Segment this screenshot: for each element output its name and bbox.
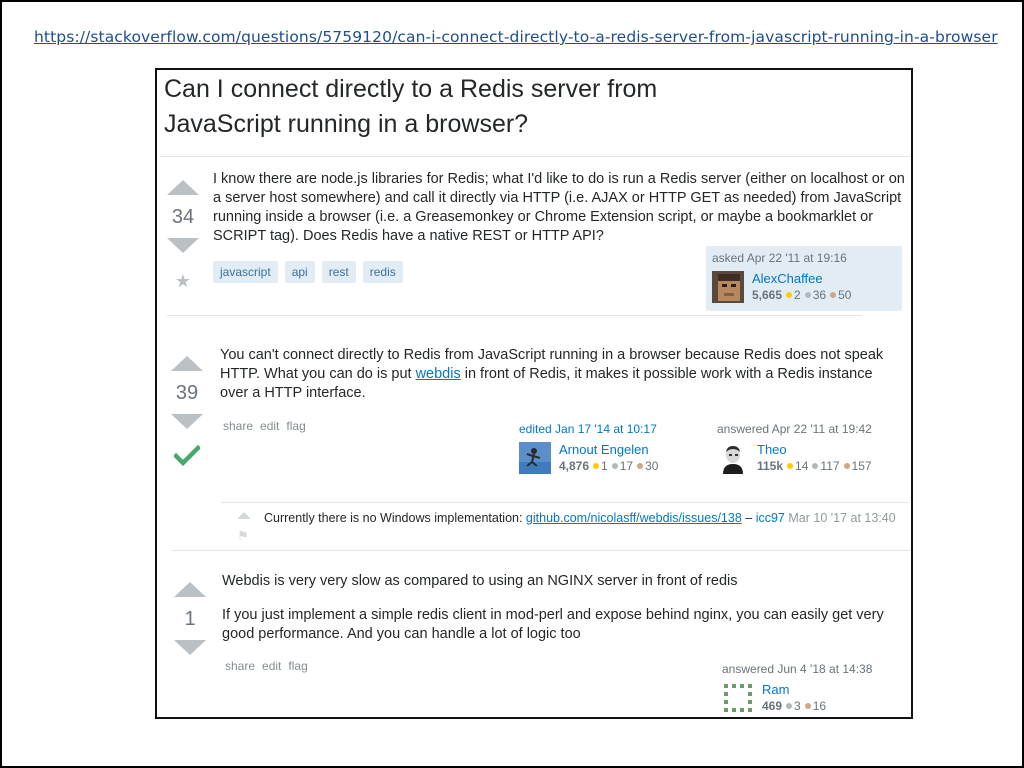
flag-link[interactable]: flag xyxy=(288,659,307,673)
question-owner-signature: asked Apr 22 '11 at 19:16 AlexChaffee 5,… xyxy=(706,246,902,311)
downvote-arrow-icon[interactable] xyxy=(174,640,206,655)
silver-badge-count: 36 xyxy=(812,288,827,302)
silver-badge-icon xyxy=(812,463,819,470)
silver-badge-icon xyxy=(786,703,793,710)
question-title-line-2: JavaScript running in a browser? xyxy=(164,110,529,138)
edited-time-link[interactable]: edited Jan 17 '14 at 10:17 xyxy=(519,422,709,436)
title-divider xyxy=(160,156,910,157)
comment-dash: – xyxy=(741,511,756,525)
share-link[interactable]: share xyxy=(225,659,255,673)
reputation-score: 5,665 xyxy=(752,288,783,302)
bronze-badge-count: 30 xyxy=(645,459,659,473)
silver-badge-count: 3 xyxy=(794,699,801,713)
question-vote-cell: 34 ★ xyxy=(163,180,203,292)
comment-github-link[interactable]: github.com/nicolasff/webdis/issues/138 xyxy=(526,511,742,525)
reputation-score: 115k xyxy=(757,459,784,473)
comment-actions: ⚑ xyxy=(237,512,253,544)
question-tags: javascript api rest redis xyxy=(213,261,403,283)
edit-link[interactable]: edit xyxy=(260,419,279,433)
user-avatar-alexchaffee[interactable] xyxy=(712,271,744,303)
edit-link[interactable]: edit xyxy=(262,659,281,673)
answer2-owner-signature: answered Jun 4 '18 at 14:38 Ram 469 3 16 xyxy=(722,662,907,714)
comment: Currently there is no Windows implementa… xyxy=(264,510,904,526)
gold-badge-count: 2 xyxy=(794,288,801,302)
downvote-arrow-icon[interactable] xyxy=(171,414,203,429)
silver-badge-icon xyxy=(804,292,811,299)
answer1-vote-count: 39 xyxy=(175,382,199,404)
answer2-vote-cell: 1 xyxy=(170,582,210,655)
answer1-editor-signature: edited Jan 17 '14 at 10:17 Arnout Engele… xyxy=(519,422,709,474)
bronze-badge-icon xyxy=(830,292,837,299)
flag-link[interactable]: flag xyxy=(286,419,305,433)
answered-time: answered Jun 4 '18 at 14:38 xyxy=(722,662,873,676)
gold-badge-icon xyxy=(593,463,600,470)
comment-date: Mar 10 '17 at 13:40 xyxy=(788,511,896,525)
answer2-paragraph-2: If you just implement a simple redis cli… xyxy=(222,607,884,642)
gold-badge-icon xyxy=(787,463,794,470)
favorite-star-icon[interactable]: ★ xyxy=(163,271,203,292)
answer1-divider xyxy=(172,550,910,551)
bronze-badge-count: 16 xyxy=(812,699,827,713)
bronze-badge-icon xyxy=(843,463,850,470)
share-link[interactable]: share xyxy=(223,419,253,433)
answer1-body: You can't connect directly to Redis from… xyxy=(220,346,904,403)
question-title[interactable]: Can I connect directly to a Redis server… xyxy=(164,72,657,142)
answered-time: answered Apr 22 '11 at 19:42 xyxy=(717,422,872,436)
asked-time: asked Apr 22 '11 at 19:16 xyxy=(712,251,847,265)
question-body: I know there are node.js libraries for R… xyxy=(213,171,905,244)
silver-badge-count: 17 xyxy=(619,459,634,473)
answer1-post-menu: share edit flag xyxy=(223,419,306,433)
bronze-badge-icon xyxy=(804,703,811,710)
question-title-line-1: Can I connect directly to a Redis server… xyxy=(164,75,658,103)
question-divider xyxy=(167,315,862,316)
answer1-owner-signature: answered Apr 22 '11 at 19:42 Theo 115k 14… xyxy=(717,422,907,474)
user-name-link[interactable]: Theo xyxy=(757,442,872,457)
comment-upvote-icon[interactable] xyxy=(237,512,251,519)
answer2-paragraph-1: Webdis is very very slow as compared to … xyxy=(222,573,738,589)
tag-redis[interactable]: redis xyxy=(362,261,403,283)
user-name-link[interactable]: Arnout Engelen xyxy=(559,442,658,457)
reputation-score: 469 xyxy=(762,699,783,713)
source-url-link[interactable]: https://stackoverflow.com/questions/5759… xyxy=(34,28,998,46)
answer2-body: Webdis is very very slow as compared to … xyxy=(222,572,906,644)
question-vote-count: 34 xyxy=(171,206,195,228)
accepted-checkmark-icon xyxy=(174,445,200,467)
answer2-post-menu: share edit flag xyxy=(225,659,308,673)
comment-text: Currently there is no Windows implementa… xyxy=(264,511,526,525)
bronze-badge-count: 50 xyxy=(838,288,852,302)
comment-divider-top xyxy=(221,502,909,503)
user-name-link[interactable]: AlexChaffee xyxy=(752,271,851,286)
user-avatar-arnout-engelen[interactable] xyxy=(519,442,551,474)
gold-badge-count: 1 xyxy=(601,459,608,473)
upvote-arrow-icon[interactable] xyxy=(171,356,203,371)
webdis-link[interactable]: webdis xyxy=(416,366,461,382)
stackoverflow-screenshot: Can I connect directly to a Redis server… xyxy=(155,68,913,719)
bronze-badge-count: 157 xyxy=(851,459,872,473)
downvote-arrow-icon[interactable] xyxy=(167,238,199,253)
upvote-arrow-icon[interactable] xyxy=(167,180,199,195)
tag-rest[interactable]: rest xyxy=(321,261,356,283)
upvote-arrow-icon[interactable] xyxy=(174,582,206,597)
comment-flag-icon[interactable]: ⚑ xyxy=(237,528,253,544)
silver-badge-icon xyxy=(611,463,618,470)
user-avatar-ram[interactable] xyxy=(722,682,754,714)
gold-badge-icon xyxy=(786,292,793,299)
gold-badge-count: 14 xyxy=(795,459,809,473)
user-avatar-theo[interactable] xyxy=(717,442,749,474)
tag-javascript[interactable]: javascript xyxy=(213,261,278,283)
silver-badge-count: 117 xyxy=(820,459,840,473)
tag-api[interactable]: api xyxy=(284,261,315,283)
answer2-vote-count: 1 xyxy=(184,608,196,630)
bronze-badge-icon xyxy=(637,463,644,470)
answer1-vote-cell: 39 xyxy=(167,356,207,467)
comment-user-link[interactable]: icc97 xyxy=(756,511,785,525)
reputation-score: 4,876 xyxy=(559,459,590,473)
user-name-link[interactable]: Ram xyxy=(762,682,826,697)
